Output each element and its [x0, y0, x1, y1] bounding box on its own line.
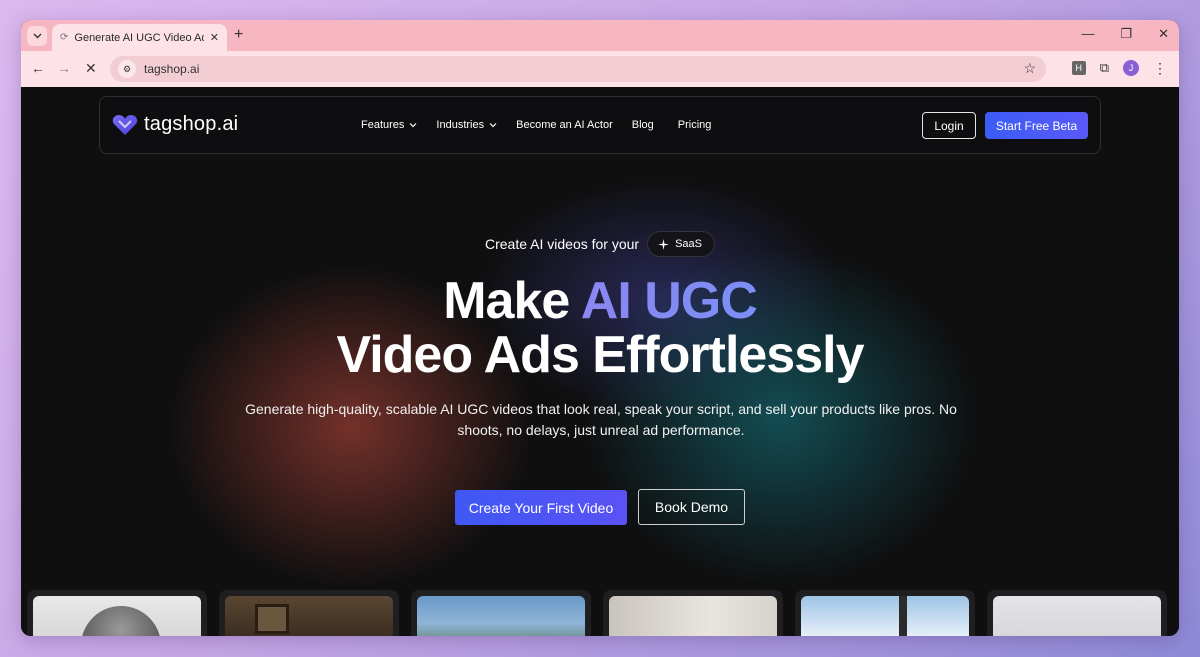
- minimize-icon[interactable]: —: [1081, 26, 1094, 42]
- nav-item-become-ai-actor[interactable]: Become an AI Actor: [516, 119, 613, 131]
- chevron-down-icon: [489, 123, 497, 128]
- book-demo-button[interactable]: Book Demo: [638, 489, 745, 525]
- address-bar[interactable]: ⚙ tagshop.ai ☆: [110, 56, 1046, 82]
- browser-toolbar: ← → ✕ ⚙ tagshop.ai ☆ H ⧉ J ⋮: [21, 51, 1179, 87]
- loading-icon: ⟳: [60, 32, 69, 43]
- close-tab-icon[interactable]: ✕: [210, 31, 219, 44]
- pill-text: SaaS: [675, 238, 702, 250]
- back-icon[interactable]: ←: [31, 60, 45, 76]
- site-navbar: tagshop.ai Features Industries Become an…: [99, 96, 1101, 154]
- restore-icon[interactable]: ❐: [1120, 26, 1132, 42]
- create-first-video-button[interactable]: Create Your First Video: [455, 490, 627, 525]
- tab-search-button[interactable]: [27, 26, 47, 46]
- heart-logo-icon: [112, 114, 138, 135]
- hero-tagline: Create AI videos for your SaaS: [21, 231, 1179, 257]
- url-text: tagshop.ai: [144, 62, 200, 76]
- video-card[interactable]: [795, 590, 975, 636]
- video-thumbnail: [609, 596, 777, 636]
- browser-tab[interactable]: ⟳ Generate AI UGC Video Ads in 5 ✕: [52, 24, 227, 51]
- hero-title-line-2: Video Ads Effortlessly: [336, 326, 864, 384]
- profile-avatar[interactable]: J: [1123, 60, 1139, 76]
- nav-item-pricing[interactable]: Pricing: [678, 119, 712, 131]
- forward-icon[interactable]: →: [57, 60, 71, 76]
- sparkle-icon: [658, 238, 670, 250]
- video-card[interactable]: [411, 590, 591, 636]
- hero-pre-text: Create AI videos for your: [485, 236, 640, 252]
- video-card[interactable]: [603, 590, 783, 636]
- nav-item-blog[interactable]: Blog: [632, 119, 654, 131]
- extension-icon[interactable]: H: [1071, 61, 1086, 75]
- toolbar-actions: H ⧉ J ⋮: [1071, 60, 1167, 76]
- video-card[interactable]: [987, 590, 1167, 636]
- hero-subtitle: Generate high-quality, scalable AI UGC v…: [245, 401, 957, 438]
- tab-title: Generate AI UGC Video Ads in 5: [74, 31, 203, 44]
- nav-item-label: Industries: [436, 119, 485, 131]
- nav-item-features[interactable]: Features: [361, 119, 417, 131]
- video-cards-row: [27, 590, 1177, 636]
- window-controls: — ❐ ✕: [1081, 26, 1169, 42]
- video-card[interactable]: [219, 590, 399, 636]
- nav-links: Features Industries Become an AI Actor B…: [361, 119, 711, 131]
- industry-pill: SaaS: [647, 231, 715, 257]
- new-tab-button[interactable]: +: [234, 26, 243, 44]
- hero-title-line-1: Make AI UGC: [21, 271, 1179, 331]
- nav-item-label: Features: [361, 119, 405, 131]
- video-thumbnail: [801, 596, 969, 636]
- video-thumbnail: [417, 596, 585, 636]
- chevron-down-icon: [409, 123, 417, 128]
- start-free-beta-button[interactable]: Start Free Beta: [985, 112, 1088, 139]
- login-button[interactable]: Login: [922, 112, 976, 139]
- site-logo[interactable]: tagshop.ai: [112, 113, 238, 136]
- extensions-puzzle-icon[interactable]: ⧉: [1100, 60, 1109, 76]
- page-content: tagshop.ai Features Industries Become an…: [21, 87, 1179, 636]
- logo-text: tagshop.ai: [144, 113, 239, 135]
- bookmark-star-icon[interactable]: ☆: [1023, 60, 1036, 77]
- hero-title-plain: Make: [443, 272, 581, 330]
- hero-title-highlight: AI UGC: [580, 272, 758, 330]
- chevron-down-icon: [33, 33, 41, 39]
- video-card[interactable]: [27, 590, 207, 636]
- close-window-icon[interactable]: ✕: [1158, 26, 1169, 42]
- browser-window: ⟳ Generate AI UGC Video Ads in 5 ✕ + — ❐…: [21, 20, 1179, 636]
- stop-icon[interactable]: ✕: [85, 60, 97, 77]
- video-thumbnail: [33, 596, 201, 636]
- tab-strip: ⟳ Generate AI UGC Video Ads in 5 ✕ + — ❐…: [21, 20, 1179, 51]
- kebab-menu-icon[interactable]: ⋮: [1153, 61, 1167, 75]
- video-thumbnail: [993, 596, 1161, 636]
- site-info-icon[interactable]: ⚙: [118, 60, 136, 78]
- nav-item-industries[interactable]: Industries: [436, 119, 497, 131]
- video-thumbnail: [225, 596, 393, 636]
